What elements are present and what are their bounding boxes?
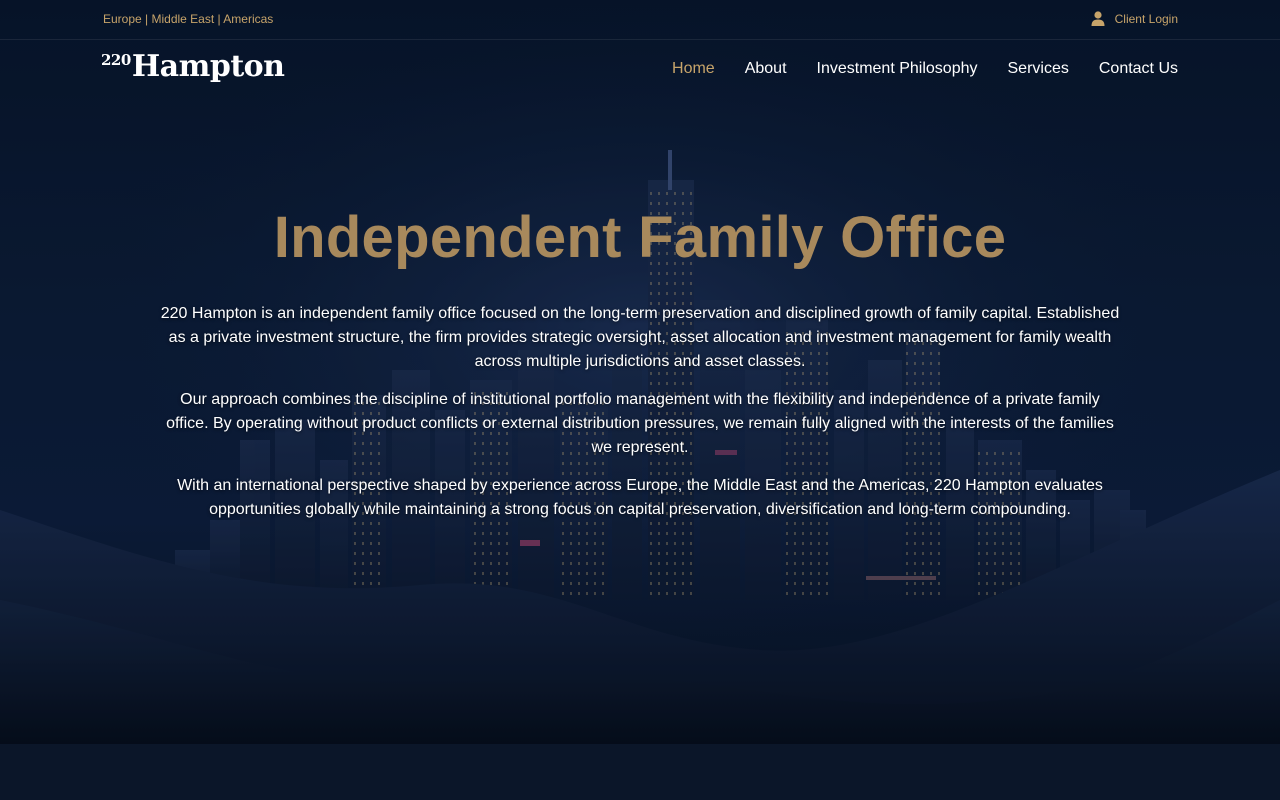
logo-number: 220: [101, 51, 131, 69]
nav-investment-philosophy[interactable]: Investment Philosophy: [817, 60, 978, 78]
nav-services[interactable]: Services: [1008, 60, 1069, 78]
footer-band: [0, 744, 1280, 800]
hero-copy: 220 Hampton is an independent family off…: [160, 302, 1120, 536]
hero-paragraph: 220 Hampton is an independent family off…: [160, 305, 1120, 370]
main-nav: Home About Investment Philosophy Service…: [672, 60, 1178, 78]
user-icon: [1091, 11, 1105, 26]
client-login-label: Client Login: [1114, 11, 1178, 26]
logo[interactable]: 220 Hampton: [101, 50, 285, 84]
client-login-link[interactable]: Client Login: [1091, 11, 1178, 26]
hero-paragraph: With an international perspective shaped…: [177, 477, 1103, 518]
hero-paragraph: Our approach combines the discipline of …: [166, 391, 1114, 456]
nav-home[interactable]: Home: [672, 60, 715, 78]
logo-word: Hampton: [131, 49, 285, 84]
top-bar: Europe | Middle East | Americas Client L…: [0, 0, 1280, 40]
hero-title: Independent Family Office: [273, 205, 1007, 270]
nav-contact-us[interactable]: Contact Us: [1099, 60, 1178, 78]
nav-about[interactable]: About: [745, 60, 787, 78]
regions-text: Europe | Middle East | Americas: [103, 12, 274, 26]
